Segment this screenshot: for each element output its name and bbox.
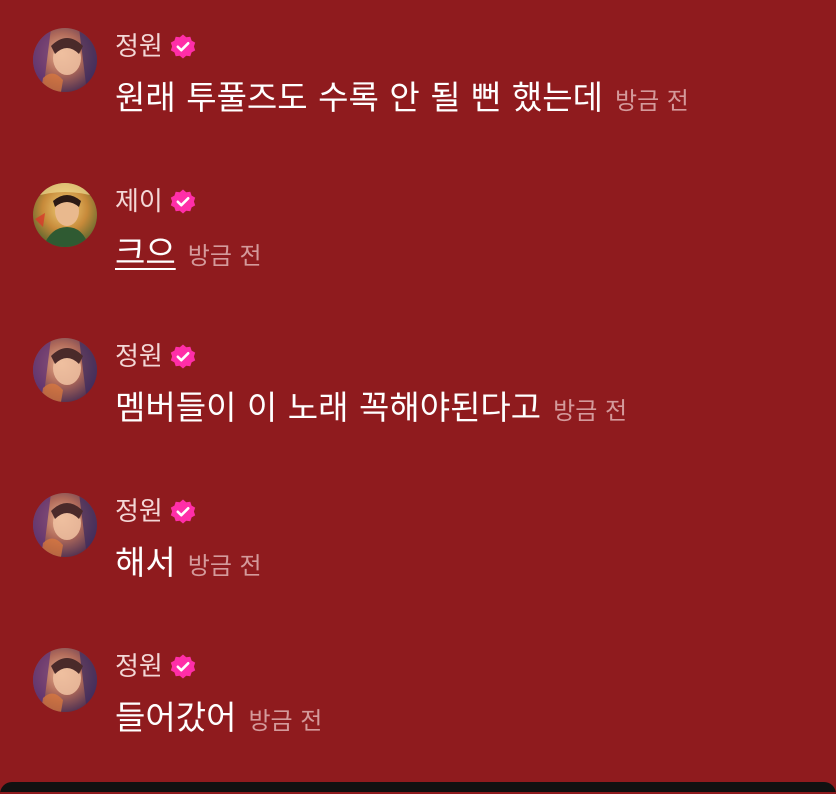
- message-timestamp: 방금 전: [248, 707, 323, 735]
- message-timestamp: 방금 전: [187, 552, 262, 580]
- message-text: 멤버들이 이 노래 꼭해야된다고: [115, 388, 542, 427]
- username[interactable]: 정원: [115, 340, 163, 374]
- user-avatar-icon[interactable]: [33, 183, 97, 247]
- message-body: 해서 방금 전: [115, 541, 262, 588]
- user-avatar-icon[interactable]: [33, 648, 97, 712]
- message-text: 해서: [115, 543, 176, 582]
- message-header: 정원: [115, 650, 197, 684]
- bottom-bar-edge: [0, 782, 836, 794]
- message-timestamp: 방금 전: [187, 242, 262, 270]
- verified-badge-icon: [169, 188, 197, 216]
- verified-badge-icon: [169, 498, 197, 526]
- username[interactable]: 정원: [115, 495, 163, 529]
- message-body: 원래 투풀즈도 수록 안 될 뻔 했는데 방금 전: [115, 76, 689, 123]
- user-avatar-icon[interactable]: [33, 28, 97, 92]
- message-header: 제이: [115, 185, 197, 219]
- message-timestamp: 방금 전: [614, 87, 689, 115]
- message-header: 정원: [115, 495, 197, 529]
- message-text: 원래 투풀즈도 수록 안 될 뻔 했는데: [115, 78, 603, 117]
- username[interactable]: 제이: [115, 185, 163, 219]
- user-avatar-icon[interactable]: [33, 493, 97, 557]
- username[interactable]: 정원: [115, 30, 163, 64]
- message-text: 크으: [115, 233, 176, 272]
- message-header: 정원: [115, 340, 197, 374]
- message-body: 크으 방금 전: [115, 231, 262, 278]
- verified-badge-icon: [169, 33, 197, 61]
- user-avatar-icon[interactable]: [33, 338, 97, 402]
- username[interactable]: 정원: [115, 650, 163, 684]
- message-body: 멤버들이 이 노래 꼭해야된다고 방금 전: [115, 386, 627, 433]
- message-timestamp: 방금 전: [553, 397, 628, 425]
- message-header: 정원: [115, 30, 197, 64]
- verified-badge-icon: [169, 653, 197, 681]
- verified-badge-icon: [169, 343, 197, 371]
- message-body: 들어갔어 방금 전: [115, 696, 322, 743]
- message-text: 들어갔어: [115, 698, 237, 737]
